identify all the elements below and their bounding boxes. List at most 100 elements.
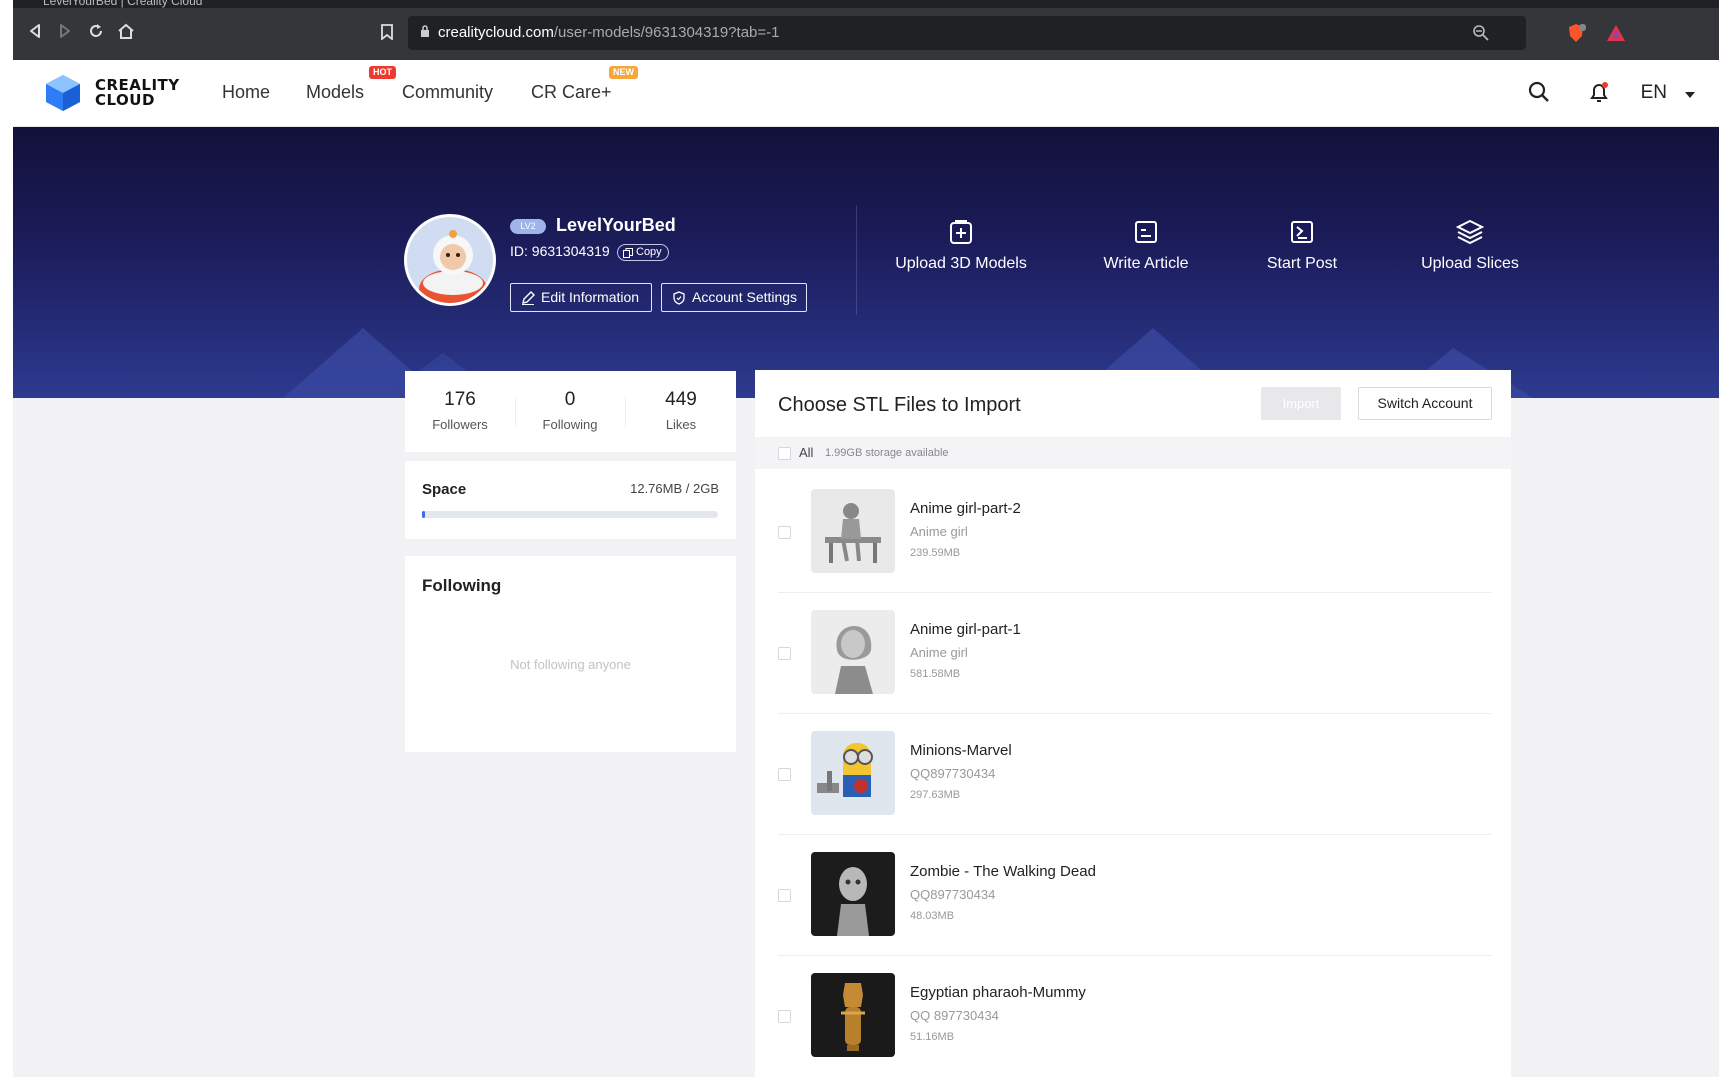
post-icon <box>1291 221 1313 243</box>
forward-icon[interactable] <box>53 22 77 46</box>
bell-icon[interactable] <box>1587 80 1611 104</box>
file-name: Minions-Marvel <box>910 742 1012 759</box>
browser-toolbar: crealitycloud.com/user-models/9631304319… <box>13 8 1719 60</box>
file-owner: Anime girl <box>910 524 968 539</box>
new-badge: NEW <box>609 66 638 79</box>
logo-mark-icon <box>46 75 80 111</box>
file-name: Zombie - The Walking Dead <box>910 863 1096 880</box>
nav-models[interactable]: Models <box>306 82 364 103</box>
copy-id-button[interactable]: Copy <box>617 244 669 261</box>
back-icon[interactable] <box>23 22 47 46</box>
file-thumbnail <box>811 973 895 1057</box>
copy-icon <box>623 248 633 258</box>
layers-icon <box>1456 219 1484 245</box>
browser-tab-title[interactable]: LevelYourBed | Creality Cloud <box>43 0 202 8</box>
following-card: Following Not following anyone <box>405 556 736 752</box>
likes-stat[interactable]: 449 Likes <box>626 389 736 432</box>
space-progress-fill <box>422 511 425 518</box>
following-title: Following <box>422 576 502 595</box>
select-all-checkbox[interactable] <box>778 447 791 460</box>
file-thumbnail <box>811 731 895 815</box>
file-owner: QQ897730434 <box>910 887 996 902</box>
file-checkbox[interactable] <box>778 1010 791 1023</box>
search-icon[interactable] <box>1527 80 1551 104</box>
file-checkbox[interactable] <box>778 889 791 902</box>
following-empty-text: Not following anyone <box>510 657 631 672</box>
file-checkbox[interactable] <box>778 647 791 660</box>
shield-icon <box>673 291 685 305</box>
upload-3d-models-action[interactable]: Upload 3D Models <box>891 219 1031 273</box>
space-card: Space 12.76MB / 2GB <box>405 461 736 539</box>
nav-cr-care[interactable]: CR Care+ <box>531 82 612 103</box>
file-thumbnail <box>811 489 895 573</box>
import-panel: Choose STL Files to Import Import Switch… <box>755 370 1511 1077</box>
import-panel-title: Choose STL Files to Import <box>778 394 1021 416</box>
window-edge <box>0 0 13 1077</box>
file-name: Anime girl-part-2 <box>910 500 1021 517</box>
site-header: CREALITY CLOUD Home Models HOT Community… <box>13 60 1719 127</box>
file-row[interactable]: Anime girl-part-1 Anime girl 581.58MB <box>778 593 1492 714</box>
reload-icon[interactable] <box>84 22 108 46</box>
edit-icon <box>522 291 535 305</box>
account-settings-button[interactable]: Account Settings <box>661 283 807 312</box>
user-id: ID: 9631304319 <box>510 243 610 259</box>
file-size: 239.59MB <box>910 547 961 559</box>
language-selector[interactable]: EN <box>1641 82 1667 104</box>
avatar[interactable] <box>404 214 496 306</box>
article-icon <box>1135 221 1157 243</box>
tab-strip: LevelYourBed | Creality Cloud <box>13 0 1719 8</box>
file-row[interactable]: Egyptian pharaoh-Mummy QQ 897730434 51.1… <box>778 956 1492 1077</box>
start-post-action[interactable]: Start Post <box>1257 219 1347 273</box>
file-thumbnail <box>811 610 895 694</box>
edit-information-button[interactable]: Edit Information <box>510 283 652 312</box>
upload-slices-action[interactable]: Upload Slices <box>1410 219 1530 273</box>
switch-account-button[interactable]: Switch Account <box>1358 387 1492 420</box>
creality-logo[interactable]: CREALITY CLOUD <box>43 73 203 113</box>
username: LevelYourBed <box>556 215 676 235</box>
zoom-icon[interactable] <box>1472 24 1490 42</box>
file-owner: Anime girl <box>910 645 968 660</box>
file-checkbox[interactable] <box>778 526 791 539</box>
file-size: 48.03MB <box>910 910 955 922</box>
url-text[interactable]: crealitycloud.com/user-models/9631304319… <box>438 24 779 41</box>
import-button[interactable]: Import <box>1261 387 1341 420</box>
write-article-action[interactable]: Write Article <box>1096 219 1196 273</box>
alert-triangle-icon[interactable] <box>1606 23 1626 43</box>
bookmark-icon[interactable] <box>381 24 393 40</box>
home-icon[interactable] <box>114 22 138 46</box>
select-all-label: All <box>799 445 814 460</box>
hot-badge: HOT <box>369 66 396 79</box>
space-usage: 12.76MB / 2GB <box>630 481 719 496</box>
file-size: 297.63MB <box>910 789 961 801</box>
file-name: Egyptian pharaoh-Mummy <box>910 984 1086 1001</box>
file-thumbnail <box>811 852 895 936</box>
file-row[interactable]: Anime girl-part-2 Anime girl 239.59MB <box>778 472 1492 593</box>
file-row[interactable]: Zombie - The Walking Dead QQ897730434 48… <box>778 835 1492 956</box>
file-size: 581.58MB <box>910 668 961 680</box>
file-owner: QQ897730434 <box>910 766 996 781</box>
nav-community[interactable]: Community <box>402 82 493 103</box>
space-title: Space <box>422 481 467 498</box>
storage-available-text: 1.99GB storage available <box>825 447 949 459</box>
space-progress-bar <box>422 511 718 518</box>
file-row[interactable]: Minions-Marvel QQ897730434 297.63MB <box>778 714 1492 835</box>
file-checkbox[interactable] <box>778 768 791 781</box>
chevron-down-icon[interactable] <box>1685 92 1695 98</box>
logo-text: CREALITY CLOUD <box>95 76 180 109</box>
lock-icon <box>421 25 429 37</box>
address-bar[interactable]: crealitycloud.com/user-models/9631304319… <box>408 16 1625 50</box>
nav-home[interactable]: Home <box>222 82 270 103</box>
file-size: 51.16MB <box>910 1031 955 1043</box>
avatar-image <box>407 217 493 303</box>
banner-divider <box>856 205 857 315</box>
following-stat[interactable]: 0 Following <box>515 389 625 432</box>
brave-shield-icon[interactable] <box>1566 23 1586 43</box>
file-name: Anime girl-part-1 <box>910 621 1021 638</box>
select-all-bar: All 1.99GB storage available <box>755 437 1511 469</box>
stats-card: 176 Followers 0 Following 449 Likes <box>405 371 736 452</box>
followers-stat[interactable]: 176 Followers <box>405 389 515 432</box>
level-badge: LV2 <box>510 219 546 234</box>
file-owner: QQ 897730434 <box>910 1008 999 1023</box>
upload-model-icon <box>950 220 972 244</box>
browser-window: LevelYourBed | Creality Cloud crealitycl… <box>0 0 1719 1077</box>
